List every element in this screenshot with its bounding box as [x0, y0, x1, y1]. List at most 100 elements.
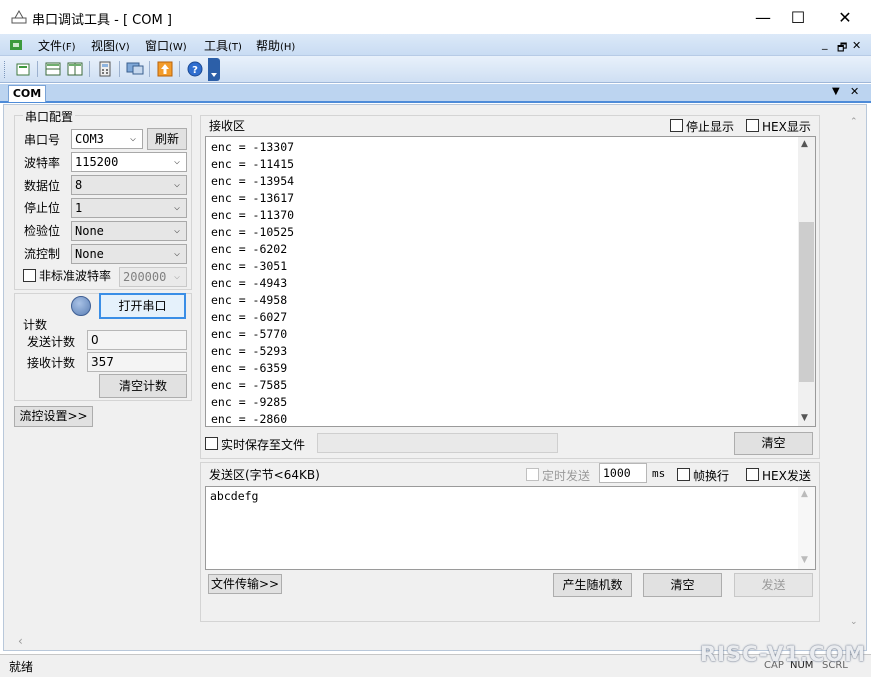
receive-line: enc = -11415 [211, 157, 295, 171]
stop-display-checkbox[interactable] [670, 119, 683, 132]
new-icon[interactable] [13, 60, 33, 78]
hex-display-checkbox[interactable] [746, 119, 759, 132]
save-to-file-label: 实时保存至文件 [221, 438, 306, 452]
menu-help[interactable]: 帮助(H) [256, 37, 295, 54]
tab-menu-button[interactable]: ▼ [832, 86, 840, 97]
document-vertical-scrollbar[interactable]: ⌃ ⌄ [846, 105, 863, 635]
port-select[interactable]: COM3 ⌵ [71, 129, 143, 149]
monitor-icon[interactable] [125, 60, 145, 78]
databits-select[interactable]: 8 ⌵ [71, 175, 187, 195]
stopbits-select[interactable]: 1 ⌵ [71, 198, 187, 218]
flow-label: 流控制 [24, 247, 61, 261]
window-title: 串口调试工具 - [ COM ] [32, 13, 172, 28]
timed-send-checkbox[interactable] [526, 468, 539, 481]
save-file-path-field[interactable] [317, 433, 558, 453]
receive-lines: enc = -13307 enc = -11415 enc = -13954 enc … [211, 139, 294, 428]
hex-send-checkbox[interactable] [746, 468, 759, 481]
nonstd-baud-checkbox[interactable] [23, 269, 36, 282]
receive-line: enc = -10525 [211, 225, 295, 239]
receive-textarea[interactable]: enc = -13307 enc = -11415 enc = -13954 enc … [205, 136, 816, 427]
parity-label: 检验位 [24, 224, 61, 238]
mdi-close-button[interactable]: ✕ [852, 39, 861, 52]
scroll-up-icon[interactable]: ▲ [801, 489, 808, 499]
calculator-icon[interactable] [95, 60, 115, 78]
send-count-label: 发送计数 [27, 335, 76, 349]
parity-select[interactable]: None ⌵ [71, 221, 187, 241]
status-text: 就绪 [9, 660, 34, 674]
split-vertical-icon[interactable] [65, 60, 85, 78]
interval-input[interactable]: 1000 [599, 463, 647, 483]
send-content: abcdefg [210, 489, 259, 503]
receive-line: enc = -9285 [211, 395, 288, 409]
recv-count-label: 接收计数 [27, 356, 76, 370]
receive-line: enc = -4958 [211, 293, 288, 307]
menu-bar: 文件(F) 视图(V) 窗口(W) 工具(T) 帮助(H) _ 🗗 ✕ [0, 34, 871, 56]
document-tab-strip: COM ▼ ✕ [0, 84, 871, 103]
chevron-down-icon: ⌵ [173, 156, 181, 167]
nonstd-baud-select[interactable]: 200000 ⌵ [119, 267, 187, 287]
mdi-minimize-button[interactable]: _ [822, 37, 828, 50]
stopbits-label: 停止位 [24, 201, 61, 215]
chevron-down-icon: ⌵ [173, 179, 181, 190]
menu-view[interactable]: 视图(V) [91, 37, 130, 54]
scroll-down-icon[interactable]: ▼ [801, 555, 808, 565]
title-bar: 串口调试工具 - [ COM ] — ☐ ✕ [0, 0, 871, 34]
receive-line: enc = -13954 [211, 174, 295, 188]
watermark: RISC-V1.COM [700, 642, 867, 666]
receive-line: enc = -3051 [211, 259, 288, 273]
send-scrollbar[interactable]: ▲ ▼ [798, 487, 815, 569]
receive-line: enc = -13617 [211, 191, 295, 205]
chevron-down-icon: ⌵ [173, 202, 181, 213]
receive-scrollbar[interactable]: ▲ ▼ [798, 137, 815, 426]
menu-file[interactable]: 文件(F) [38, 37, 76, 54]
newline-checkbox[interactable] [677, 468, 690, 481]
maximize-button[interactable]: ☐ [775, 0, 821, 34]
stop-display-label: 停止显示 [686, 120, 735, 134]
receive-line: enc = -6359 [211, 361, 288, 375]
receive-clear-button[interactable]: 清空 [734, 432, 813, 455]
scroll-down-icon[interactable]: ⌄ [850, 617, 858, 627]
send-button[interactable]: 发送 [734, 573, 813, 597]
databits-label: 数据位 [24, 179, 61, 193]
port-label: 串口号 [24, 133, 61, 147]
receive-scroll-thumb[interactable] [799, 222, 814, 382]
tab-com[interactable]: COM [8, 85, 46, 102]
open-port-button[interactable]: 打开串口 [99, 293, 186, 319]
toolbar-grip[interactable] [4, 61, 7, 78]
save-to-file-checkbox[interactable] [205, 437, 218, 450]
send-title: 发送区(字节<64KB) [209, 468, 320, 482]
close-button[interactable]: ✕ [822, 0, 868, 34]
tab-close-button[interactable]: ✕ [850, 85, 859, 98]
send-clear-button[interactable]: 清空 [643, 573, 722, 597]
send-textarea[interactable]: abcdefg ▲ ▼ [205, 486, 816, 570]
hex-send-label: HEX发送 [762, 469, 811, 483]
flow-select[interactable]: None ⌵ [71, 244, 187, 264]
receive-line: enc = -11370 [211, 208, 295, 222]
newline-label: 帧换行 [693, 469, 730, 483]
scroll-up-icon[interactable]: ⌃ [850, 117, 858, 127]
receive-line: enc = -4943 [211, 276, 288, 290]
svg-text:?: ? [192, 65, 198, 76]
menu-tools[interactable]: 工具(T) [204, 37, 242, 54]
file-transfer-button[interactable]: 文件传输>> [208, 574, 282, 594]
chevron-down-icon: ⌵ [129, 133, 137, 144]
split-horizontal-icon[interactable] [43, 60, 63, 78]
scroll-down-icon[interactable]: ▼ [801, 413, 808, 423]
chevron-down-icon: ⌵ [173, 271, 181, 282]
menu-window[interactable]: 窗口(W) [145, 37, 187, 54]
flow-settings-button[interactable]: 流控设置>> [14, 406, 93, 427]
scroll-left-icon[interactable]: ‹ [18, 634, 23, 648]
random-button[interactable]: 产生随机数 [553, 573, 632, 597]
toolbar-overflow-button[interactable] [208, 58, 220, 81]
toolbar: ? [0, 56, 871, 83]
receive-title: 接收区 [209, 119, 246, 133]
clear-count-button[interactable]: 清空计数 [99, 374, 187, 398]
refresh-button[interactable]: 刷新 [147, 128, 187, 150]
counter-title: 计数 [23, 318, 48, 332]
app-icon [10, 9, 28, 25]
upload-icon[interactable] [155, 60, 175, 78]
scroll-up-icon[interactable]: ▲ [801, 139, 808, 149]
baud-select[interactable]: 115200 ⌵ [71, 152, 187, 172]
menu-app-icon [6, 38, 26, 52]
help-icon[interactable]: ? [185, 60, 205, 78]
